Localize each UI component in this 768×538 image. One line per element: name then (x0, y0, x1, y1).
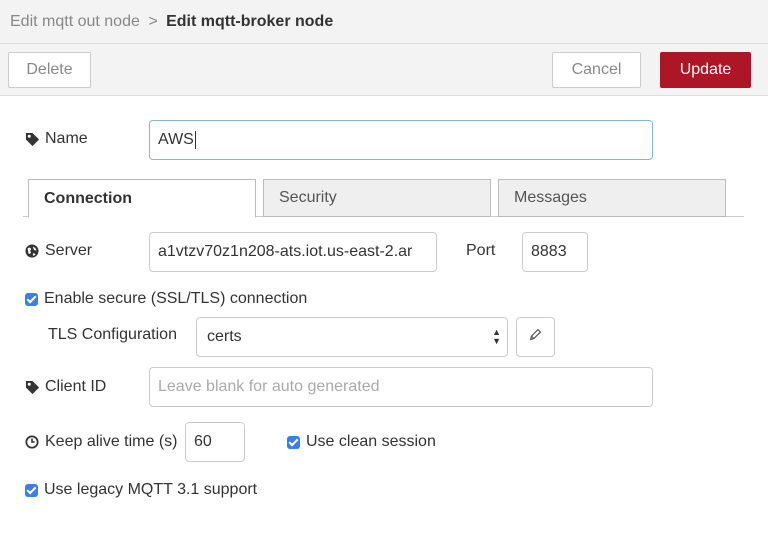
breadcrumb-prev[interactable]: Edit mqtt out node (10, 13, 140, 30)
server-label: Server (45, 242, 93, 259)
globe-icon (25, 243, 40, 259)
server-value: a1vtzv70z1n208-ats.iot.us-east-2.ar (158, 243, 413, 260)
legacy-label: Use legacy MQTT 3.1 support (44, 481, 258, 498)
client-id-input[interactable]: Leave blank for auto generated (149, 367, 653, 407)
port-label: Port (466, 242, 496, 259)
clean-session-checkbox[interactable] (287, 435, 300, 449)
tab-security[interactable]: Security (263, 179, 491, 217)
server-label-row: Server (25, 241, 92, 261)
clean-session-label: Use clean session (306, 433, 436, 450)
select-arrows-icon: ▲ ▼ (492, 327, 501, 346)
title-bar: Edit mqtt out node > Edit mqtt-broker no… (0, 0, 768, 44)
keepalive-label: Keep alive time (s) (45, 433, 178, 450)
tab-connection[interactable]: Connection (28, 179, 256, 218)
client-id-label-row: Client ID (25, 377, 106, 397)
pencil-icon (529, 328, 542, 346)
tls-checkbox-label: Enable secure (SSL/TLS) connection (44, 290, 308, 307)
server-input[interactable]: a1vtzv70z1n208-ats.iot.us-east-2.ar (149, 232, 437, 272)
clock-icon (25, 434, 40, 450)
legacy-checkbox[interactable] (25, 483, 38, 497)
keepalive-label-row: Keep alive time (s) (25, 432, 178, 452)
name-label-row: Name (25, 129, 88, 149)
port-input[interactable]: 8883 (522, 232, 588, 272)
update-button[interactable]: Update (660, 52, 751, 88)
tag-icon (25, 132, 40, 147)
name-value: AWS (158, 131, 194, 148)
clean-session-row[interactable]: Use clean session (287, 432, 436, 452)
tag-icon (25, 380, 40, 395)
tls-config-select[interactable]: certs ▲ ▼ (196, 317, 508, 357)
port-value: 8883 (531, 243, 567, 260)
client-id-placeholder: Leave blank for auto generated (158, 378, 380, 395)
name-input[interactable]: AWS (149, 120, 653, 160)
name-label: Name (45, 130, 88, 147)
text-caret (194, 131, 196, 149)
tls-config-label: TLS Configuration (48, 326, 177, 343)
tls-edit-button[interactable] (516, 317, 555, 357)
tls-config-value: certs (207, 328, 242, 345)
breadcrumb-separator: > (148, 13, 158, 30)
cancel-button[interactable]: Cancel (552, 52, 641, 88)
delete-button[interactable]: Delete (8, 52, 91, 88)
tab-messages[interactable]: Messages (498, 179, 726, 217)
tls-checkbox-row[interactable]: Enable secure (SSL/TLS) connection (25, 289, 307, 309)
page-title: Edit mqtt-broker node (166, 13, 334, 30)
client-id-label: Client ID (45, 378, 107, 395)
keepalive-input[interactable]: 60 (185, 422, 245, 462)
toolbar: Delete Cancel Update (0, 44, 768, 96)
keepalive-value: 60 (194, 433, 212, 450)
legacy-row[interactable]: Use legacy MQTT 3.1 support (25, 480, 257, 500)
tls-checkbox[interactable] (25, 292, 38, 306)
